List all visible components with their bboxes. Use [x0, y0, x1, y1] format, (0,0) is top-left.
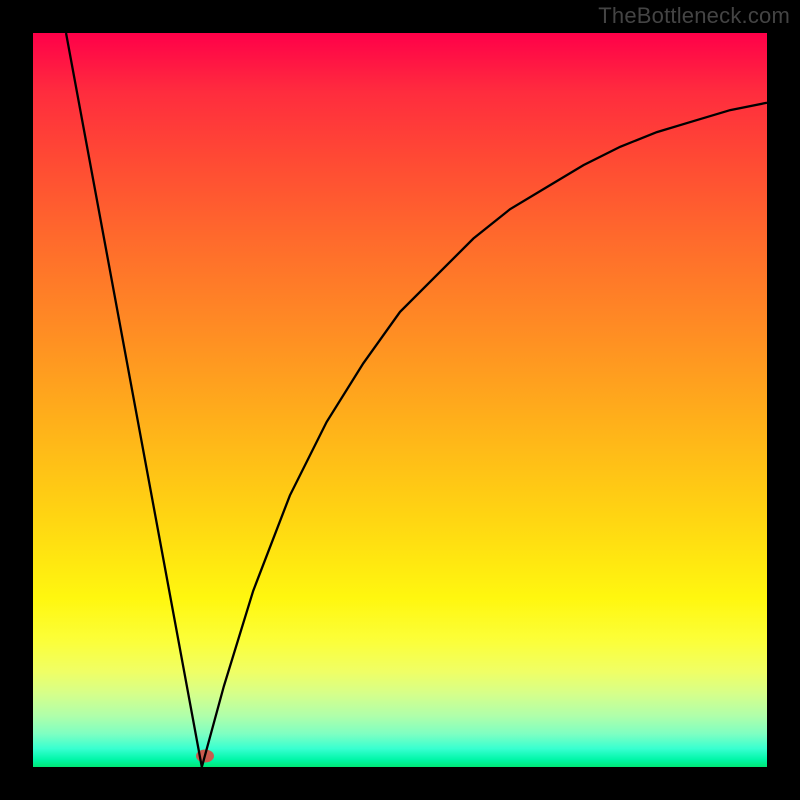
curve-path: [66, 33, 767, 767]
curve-svg: [33, 33, 767, 767]
chart-frame: TheBottleneck.com: [0, 0, 800, 800]
plot-area: [33, 33, 767, 767]
watermark-text: TheBottleneck.com: [598, 3, 790, 29]
